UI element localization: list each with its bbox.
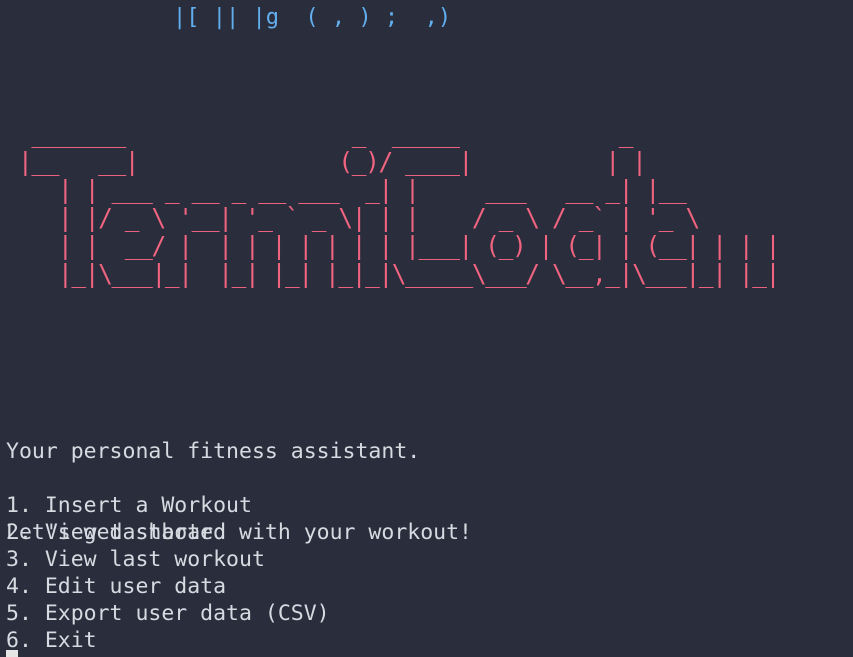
terminal-cursor[interactable] xyxy=(6,650,18,657)
banner-line: | | __/ | | | | | | | | |___| (_) | (_| … xyxy=(18,231,793,260)
menu-item-insert-workout[interactable]: 1. Insert a Workout xyxy=(6,492,330,519)
terminal-window[interactable]: |[ || |g ( , ) ; ,) _______ _ _____ _ |_… xyxy=(0,0,853,657)
menu-item-view-last-workout[interactable]: 3. View last workout xyxy=(6,546,330,573)
banner-line: |__ __| (_)/ ____| | | xyxy=(18,147,713,176)
main-menu: 1. Insert a Workout 2. View dashboard 3.… xyxy=(6,492,330,654)
menu-item-view-dashboard[interactable]: 2. View dashboard xyxy=(6,519,330,546)
banner-line: | | ___ _ __ _ __ ___ _| | ___ __ _| |__ xyxy=(18,175,726,204)
ascii-art-banner: _______ _ _____ _ |__ __| (_)/ ____| | |… xyxy=(18,120,792,288)
banner-line: |_|\___|_| |_| |_| |_|_|\_____\___/ \__,… xyxy=(18,259,793,288)
fragment-text: |[ || |g ( , ) ; ,) xyxy=(172,5,452,30)
tagline-line: Your personal fitness assistant. xyxy=(6,439,421,464)
banner-line: _______ _ _____ _ xyxy=(18,119,713,148)
menu-item-edit-user-data[interactable]: 4. Edit user data xyxy=(6,573,330,600)
previous-output-fragment: |[ || |g ( , ) ; ,) xyxy=(120,0,451,51)
menu-item-exit[interactable]: 6. Exit xyxy=(6,627,330,654)
banner-line: | |/ _ \ '__| '_ ` _ \| | | / _ \ / _` |… xyxy=(18,203,726,232)
menu-item-export-csv[interactable]: 5. Export user data (CSV) xyxy=(6,600,330,627)
